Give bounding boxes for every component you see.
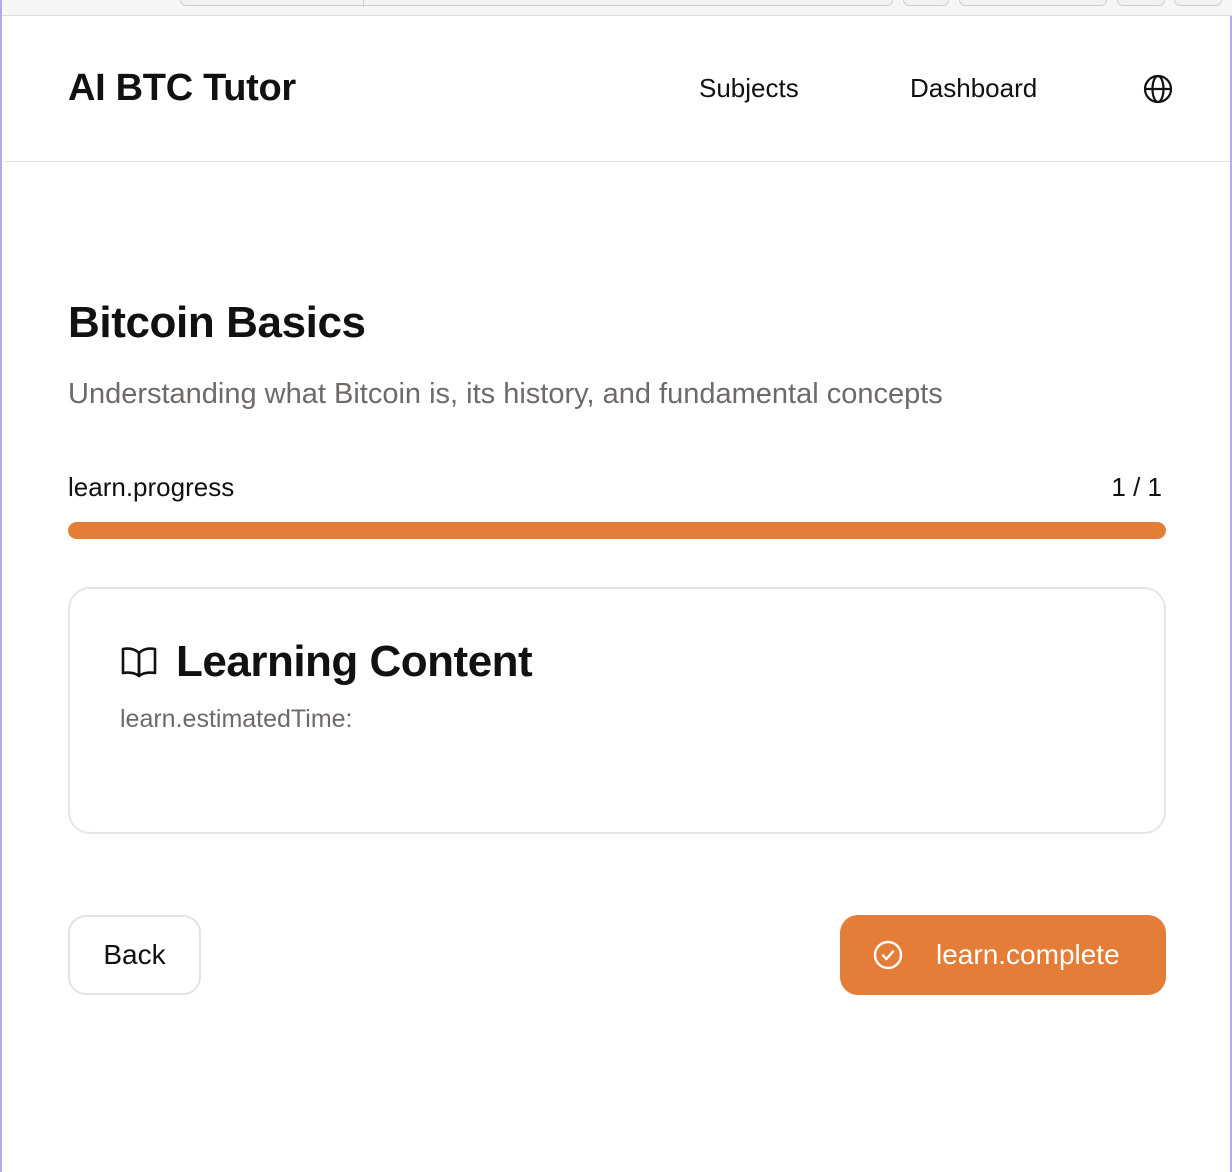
back-button[interactable]: Back: [68, 915, 201, 995]
nav-link-subjects[interactable]: Subjects: [699, 73, 799, 104]
check-circle-icon: [872, 939, 904, 971]
brand-logo-text[interactable]: AI BTC Tutor: [68, 67, 296, 110]
lesson-subtitle: Understanding what Bitcoin is, its histo…: [68, 378, 943, 410]
toolbar-button[interactable]: [959, 0, 1107, 6]
card-title: Learning Content: [176, 637, 533, 686]
toolbar-button[interactable]: [1174, 0, 1222, 6]
browser-chrome: [2, 0, 1232, 16]
toolbar-button[interactable]: [903, 0, 949, 6]
progress-bar-fill: [68, 522, 1166, 539]
complete-button-label: learn.complete: [936, 939, 1120, 970]
progress-count: 1 / 1: [1111, 472, 1162, 502]
globe-icon[interactable]: [1142, 73, 1174, 105]
address-bar[interactable]: [180, 0, 893, 7]
open-book-icon: [120, 645, 158, 679]
top-nav-header: AI BTC Tutor Subjects Dashboard: [4, 17, 1230, 162]
learning-content-card: Learning Content learn.estimatedTime:: [68, 587, 1166, 834]
nav-link-dashboard[interactable]: Dashboard: [910, 73, 1037, 104]
complete-lesson-button[interactable]: learn.complete: [840, 915, 1166, 995]
estimated-time-label: learn.estimatedTime:: [120, 705, 353, 733]
lesson-title: Bitcoin Basics: [68, 298, 366, 347]
progress-bar: [68, 522, 1166, 539]
toolbar-button[interactable]: [1117, 0, 1165, 6]
app-window: AI BTC Tutor Subjects Dashboard Bitcoin …: [0, 0, 1232, 1172]
progress-label: learn.progress: [68, 472, 235, 502]
